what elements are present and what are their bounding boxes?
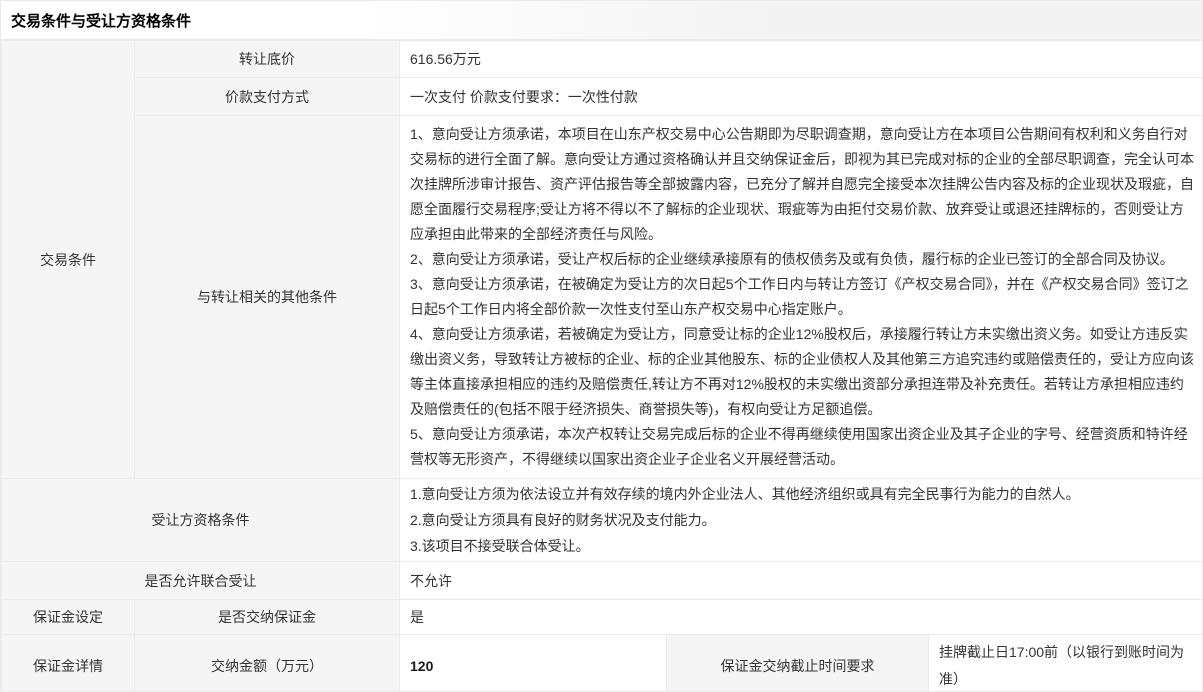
table-row: 价款支付方式 一次支付 价款支付要求：一次性付款 (2, 78, 1203, 116)
table-row: 是否允许联合受让 不允许 (2, 562, 1203, 600)
other-condition-paragraph: 1、意向受让方须承诺，本项目在山东产权交易中心公告期即为尽职调查期，意向受让方在… (410, 122, 1194, 247)
qualification-line: 3.该项目不接受联合体受让。 (410, 533, 1194, 559)
other-condition-paragraph: 2、意向受让方须承诺，受让产权后标的企业继续承接原有的债权债务及或有负债，履行标… (410, 247, 1194, 272)
label-cell-payment-method: 价款支付方式 (135, 78, 400, 116)
value-cell-payment-method: 一次支付 价款支付要求：一次性付款 (400, 78, 1203, 116)
label-cell-other-conditions: 与转让相关的其他条件 (135, 116, 400, 479)
label-cell-floor-price: 转让底价 (135, 41, 400, 78)
value-cell-other-conditions: 1、意向受让方须承诺，本项目在山东产权交易中心公告期即为尽职调查期，意向受让方在… (400, 116, 1203, 479)
other-condition-paragraph: 5、意向受让方须承诺，本次产权转让交易完成后标的企业不得再继续使用国家出资企业及… (410, 422, 1194, 472)
group-cell-deposit-setting: 保证金设定 (2, 600, 135, 635)
value-cell-floor-price: 616.56万元 (400, 41, 1203, 78)
value-cell-deposit-deadline: 挂牌截止日17:00前（以银行到账时间为准） (929, 635, 1203, 692)
label-cell-deposit-amount: 交纳金额（万元） (135, 635, 400, 692)
table-row: 受让方资格条件 1.意向受让方须为依法设立并有效存续的境内外企业法人、其他经济组… (2, 479, 1203, 562)
label-cell-deposit-required: 是否交纳保证金 (135, 600, 400, 635)
group-cell-trade-conditions: 交易条件 (2, 41, 135, 479)
page-container: 交易条件与受让方资格条件 交易条件 转让底价 616.56万元 价款支付方式 一… (0, 0, 1203, 692)
page-title: 交易条件与受让方资格条件 (11, 10, 191, 31)
label-cell-qualification: 受让方资格条件 (2, 479, 400, 562)
qualification-line: 2.意向受让方须具有良好的财务状况及支付能力。 (410, 507, 1194, 533)
section-title-bar: 交易条件与受让方资格条件 (1, 1, 1202, 40)
value-cell-joint-transfer: 不允许 (400, 562, 1203, 600)
label-cell-joint-transfer: 是否允许联合受让 (2, 562, 400, 600)
label-cell-deposit-deadline: 保证金交纳截止时间要求 (667, 635, 929, 692)
other-condition-paragraph: 4、意向受让方须承诺，若被确定为受让方，同意受让标的企业12%股权后，承接履行转… (410, 322, 1194, 422)
table-row: 保证金详情 交纳金额（万元） 120 保证金交纳截止时间要求 挂牌截止日17:0… (2, 635, 1203, 692)
conditions-table: 交易条件 转让底价 616.56万元 价款支付方式 一次支付 价款支付要求：一次… (1, 40, 1203, 692)
value-cell-deposit-required: 是 (400, 600, 1203, 635)
group-cell-deposit-detail: 保证金详情 (2, 635, 135, 692)
qualification-line: 1.意向受让方须为依法设立并有效存续的境内外企业法人、其他经济组织或具有完全民事… (410, 481, 1194, 507)
value-cell-qualification: 1.意向受让方须为依法设立并有效存续的境内外企业法人、其他经济组织或具有完全民事… (400, 479, 1203, 562)
table-row: 与转让相关的其他条件 1、意向受让方须承诺，本项目在山东产权交易中心公告期即为尽… (2, 116, 1203, 479)
table-row: 保证金设定 是否交纳保证金 是 (2, 600, 1203, 635)
table-row: 交易条件 转让底价 616.56万元 (2, 41, 1203, 78)
value-cell-deposit-amount: 120 (400, 635, 667, 692)
other-condition-paragraph: 3、意向受让方须承诺，在被确定为受让方的次日起5个工作日内与转让方签订《产权交易… (410, 272, 1194, 322)
